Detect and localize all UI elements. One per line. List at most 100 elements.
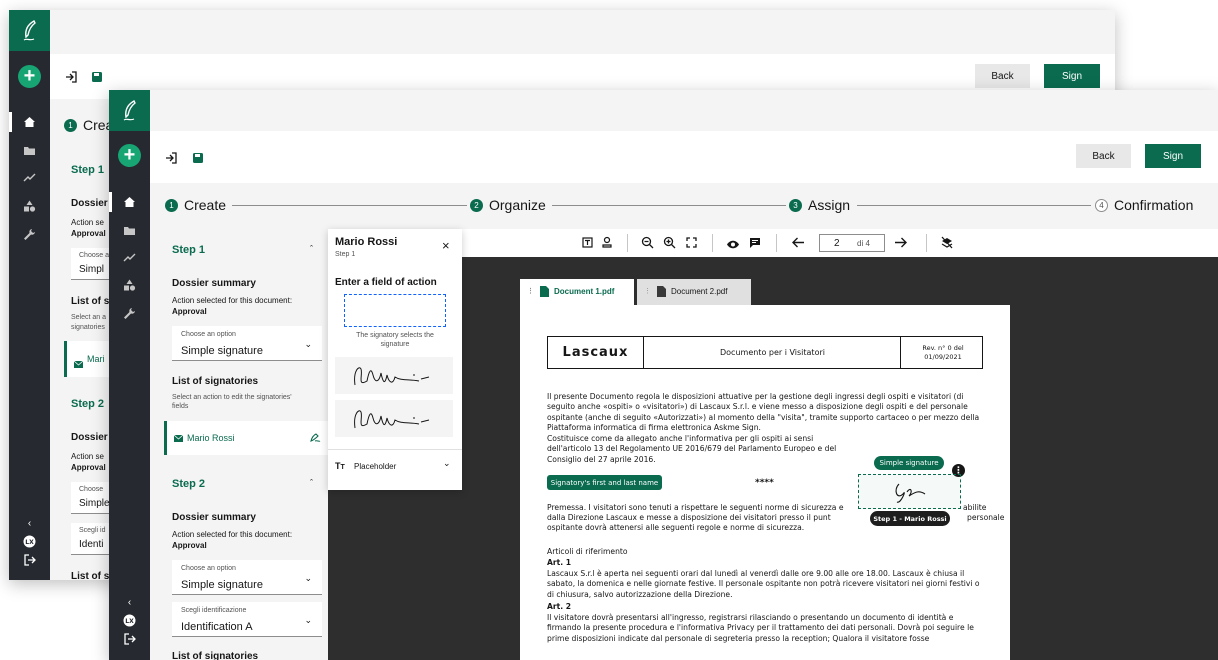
svg-text:LX: LX (25, 539, 34, 546)
analytics-icon[interactable] (121, 251, 138, 265)
front-new-document-button[interactable]: + (118, 144, 141, 167)
step-number: 1 (165, 198, 178, 212)
choose-option2-select[interactable]: Choose an option Simple signature ⌄ (172, 560, 322, 595)
step-organize[interactable]: 2 Organize (470, 197, 546, 213)
back-exit-icon[interactable] (65, 70, 77, 88)
shapes-icon[interactable] (21, 199, 38, 213)
back-new-document-button[interactable]: + (18, 65, 41, 88)
placeholder-dropdown[interactable]: TT Placeholder ⌄ (328, 450, 462, 484)
analytics-icon[interactable] (21, 171, 38, 185)
wrench-icon[interactable] (21, 227, 38, 241)
tab-document-1[interactable]: ⋮ Document 1.pdf (520, 279, 634, 305)
wrench-icon[interactable] (121, 306, 138, 320)
back-scegli-label: Scegli id (79, 527, 106, 534)
save-icon[interactable] (192, 151, 204, 169)
back-logout-icon[interactable] (21, 553, 38, 567)
step2-collapse-chevron-icon[interactable]: ˆ (310, 478, 313, 488)
back-scegli-value: Identi (79, 539, 104, 550)
zoom-out-icon[interactable] (641, 236, 654, 254)
front-active-indicator (109, 192, 112, 212)
comment-icon[interactable] (749, 236, 761, 254)
page-current: 2 (834, 238, 840, 249)
back-save-icon[interactable] (91, 70, 103, 88)
eye-icon[interactable] (726, 237, 740, 255)
shapes-icon[interactable] (121, 278, 138, 292)
fit-screen-icon[interactable] (685, 236, 698, 254)
signature-option-2[interactable] (335, 400, 453, 437)
folder-icon[interactable] (21, 143, 38, 157)
field-select-icon[interactable] (581, 236, 594, 254)
back-step1-title: Step 1 (71, 164, 105, 176)
back-choose-select[interactable]: Choose a Simpl (71, 248, 114, 280)
back-user-avatar-icon[interactable]: LX (21, 534, 38, 548)
exit-icon[interactable] (165, 151, 177, 169)
back-sidebar-rail: + ‹ LX (9, 10, 50, 580)
list-of-signatories2-title: List of signatories (172, 651, 259, 660)
step-connector (552, 205, 786, 206)
hide-layers-icon[interactable] (940, 236, 954, 254)
step2-title: Step 2 (172, 478, 206, 490)
page-total: di 4 (857, 239, 870, 248)
front-user-avatar-icon[interactable]: LX (121, 613, 138, 627)
tab-document-2[interactable]: ⋮ Document 2.pdf (637, 279, 751, 305)
back-window-sign-button[interactable]: Sign (1044, 64, 1100, 88)
toolbar-divider (712, 234, 713, 252)
envelope-icon (173, 434, 184, 444)
home-icon[interactable] (121, 195, 138, 209)
dossier-summary-label: Dossier summary (172, 278, 256, 289)
rev-label: Rev. n° 0 del (922, 344, 964, 352)
sign-button[interactable]: Sign (1145, 144, 1201, 168)
signatory-name-field[interactable]: Signatory's first and last name (547, 475, 662, 490)
zoom-in-icon[interactable] (663, 236, 676, 254)
back-choose-label: Choose a (79, 252, 109, 259)
home-icon[interactable] (21, 115, 38, 129)
doc-premessa-line1: Premessa. I visitatori sono tenuti a ris… (547, 503, 986, 513)
choose-option2-label: Choose an option (181, 565, 236, 572)
prev-page-arrow-icon[interactable] (791, 236, 805, 254)
step-assign[interactable]: 3 Assign (789, 197, 850, 213)
back-choose-value: Simpl (79, 264, 105, 275)
back-collapse-chevron-icon[interactable]: ‹ (21, 516, 38, 530)
page-number-input[interactable]: 2 di 4 (819, 234, 885, 252)
step-number: 2 (470, 198, 483, 212)
front-collapse-chevron-icon[interactable]: ‹ (121, 595, 138, 609)
signature-pen-icon[interactable] (309, 432, 321, 445)
premessa-text-c: dalla Direzione Lascaux e messe a dispos… (547, 513, 831, 522)
step-confirmation[interactable]: 4 Confirmation (1095, 197, 1193, 213)
drag-handle-icon: ⋮ (527, 288, 534, 295)
step1-collapse-chevron-icon[interactable]: ˆ (310, 244, 313, 254)
stamp-icon[interactable] (601, 236, 613, 254)
rev-date: 01/09/2021 (924, 352, 962, 361)
step1-title: Step 1 (172, 244, 206, 256)
back-window-back-button[interactable]: Back (975, 64, 1030, 88)
chevron-down-icon: ⌄ (304, 573, 312, 583)
folder-icon[interactable] (121, 223, 138, 237)
document-page: Lascaux Documento per i Visitatori Rev. … (520, 305, 1010, 660)
front-logout-icon[interactable] (121, 632, 138, 646)
doc-art1-text: Lascaux S.r.l è aperta nei seguenti orar… (547, 569, 980, 599)
popup-close-icon[interactable]: × (442, 239, 450, 252)
back-list2-label: List of s (71, 571, 110, 580)
step-label: Organize (489, 197, 546, 213)
signatory-row-mario-rossi[interactable]: Mario Rossi (164, 421, 328, 455)
back-choose2-select[interactable]: Choose Simple (71, 482, 114, 514)
action-selected2-label: Action selected for this document: (172, 530, 293, 539)
step-create[interactable]: 1 Create (165, 197, 226, 213)
choose-option-select[interactable]: Choose an option Simple signature ⌄ (172, 326, 322, 361)
signatory-name: Mario Rossi (187, 433, 235, 443)
back-step1-badge: 1 (64, 119, 77, 132)
doc-art2-heading: Art. 2 (547, 602, 572, 611)
step-label: Assign (808, 197, 851, 213)
back-scegli-select[interactable]: Scegli id Identi (71, 523, 114, 555)
back-button[interactable]: Back (1076, 144, 1131, 168)
next-page-arrow-icon[interactable] (894, 236, 908, 254)
quill-logo-icon (23, 19, 36, 41)
back-list-label: List of si (71, 296, 113, 307)
back-signatory-row[interactable]: Mari (64, 341, 114, 377)
signature-option-1[interactable] (335, 357, 453, 394)
identification-select[interactable]: Scegli identificazione Identification A … (172, 602, 322, 637)
signature-placeholder-box[interactable] (344, 294, 446, 327)
svg-text:LX: LX (125, 618, 134, 625)
step-progress: 1 Create 2 Organize 3 Assign 4 Confirmation (150, 183, 1218, 229)
drag-handle-icon: ⋮ (644, 288, 651, 295)
